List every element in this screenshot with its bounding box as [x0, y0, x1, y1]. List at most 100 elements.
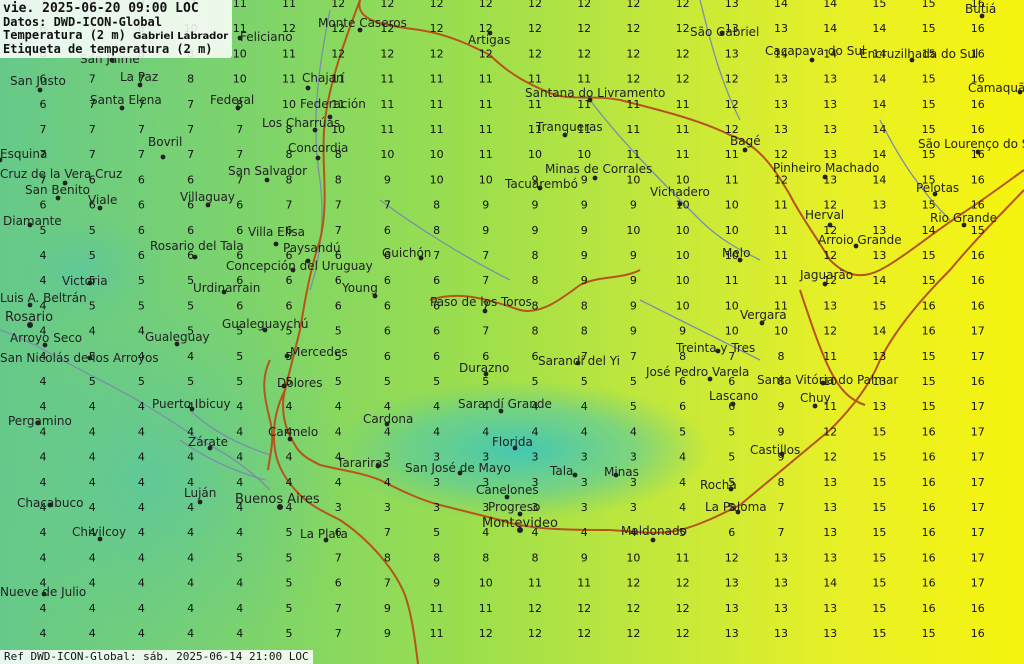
temperature-value: 11	[774, 274, 788, 287]
temperature-value: 4	[89, 476, 96, 489]
city-arroio-grande[interactable]: Arroio Grande	[818, 233, 902, 249]
city-puerto-ibicuy[interactable]: Puerto Ibicuy	[152, 397, 231, 412]
city-treinta-y-tres[interactable]: Treinta y Tres	[675, 341, 755, 355]
city-label: Progreso	[488, 500, 540, 514]
temperature-value: 4	[286, 476, 293, 489]
city-s-o-gabriel[interactable]: São Gabriel	[690, 25, 759, 39]
city-pergamino[interactable]: Pergamino	[8, 414, 72, 428]
city-progreso[interactable]: Progreso	[488, 500, 540, 517]
temperature-value: 11	[528, 73, 542, 86]
city-label: Nueve de Julio	[0, 585, 86, 599]
temperature-value: 4	[40, 627, 47, 640]
city-gualeguay[interactable]: Gualeguay	[145, 330, 210, 347]
temperature-value: 4	[433, 400, 440, 413]
city-chivilcoy[interactable]: Chivilcoy	[72, 525, 126, 542]
temperature-value: 13	[823, 476, 837, 489]
temperature-value: 15	[922, 274, 936, 287]
city-label: Santa Vitória do Palmar	[757, 373, 898, 387]
temperature-value: 15	[872, 627, 886, 640]
city-esquina[interactable]: Esquina	[0, 147, 47, 163]
temperature-value: 9	[630, 325, 637, 338]
city-mercedes[interactable]: Mercedes	[284, 345, 348, 359]
city-nueve-de-julio[interactable]: Nueve de Julio	[0, 585, 86, 599]
temperature-value: 5	[286, 627, 293, 640]
city-label: Arroio Grande	[818, 233, 902, 247]
city-sarand-grande[interactable]: Sarandí Grande	[458, 397, 552, 414]
city-z-rate[interactable]: Zárate	[188, 435, 228, 451]
city-tacuaremb-[interactable]: Tacuarembó	[504, 177, 578, 191]
temperature-value: 12	[577, 627, 591, 640]
city-castillos[interactable]: Castillos	[750, 443, 800, 457]
city-feliciano[interactable]: Feliciano	[237, 30, 293, 44]
city-label: Maldonado	[621, 524, 687, 538]
city-san-jos-de-mayo[interactable]: San José de Mayo	[405, 461, 511, 476]
city-canelones[interactable]: Canelones	[476, 483, 539, 500]
temperature-value: 9	[482, 199, 489, 212]
city-rio-grande[interactable]: Rio Grande	[930, 211, 997, 228]
city-melo[interactable]: Melo	[722, 246, 750, 263]
city-diamante[interactable]: Diamante	[3, 214, 62, 228]
temperature-value: 14	[774, 0, 788, 10]
city-victoria[interactable]: Victoria	[62, 274, 108, 288]
city-arroyo-seco[interactable]: Arroyo Seco	[10, 331, 82, 348]
city-urdinarrain[interactable]: Urdinarrain	[193, 281, 260, 295]
city-cardona[interactable]: Cardona	[363, 412, 413, 427]
city-montevideo[interactable]: Montevideo	[482, 516, 558, 533]
temperature-value: 12	[577, 602, 591, 615]
city-label: Chacabuco	[17, 496, 83, 510]
temperature-value: 4	[138, 526, 145, 539]
temperature-value: 5	[679, 425, 686, 438]
temperature-value: 10	[282, 98, 296, 111]
temperature-value: 10	[380, 148, 394, 161]
city-dolores[interactable]: Dolores	[277, 376, 323, 390]
city-label: Chuy	[800, 391, 831, 405]
temperature-value: 8	[335, 173, 342, 186]
temperature-value: 12	[774, 173, 788, 186]
city-sarand-del-yi[interactable]: Sarandí del Yi	[538, 354, 620, 368]
temperature-map[interactable]: 7 8 9 11 11 11 12 12 12 12 12 12 12 12 13 14 14 15 15 16 6 7 8…	[0, 0, 1024, 664]
city-encruzilhada-do-sul[interactable]: Encruzilhada do Sul	[860, 47, 978, 63]
city-los-charr-as[interactable]: Los Charrúas	[262, 116, 340, 133]
city-label: Pinheiro Machado	[773, 161, 879, 175]
city-santa-vit-ria-do-palmar[interactable]: Santa Vitória do Palmar	[757, 373, 898, 387]
temperature-value: 9	[532, 224, 539, 237]
city-buti-[interactable]: Butiá	[965, 2, 996, 19]
city-gualeguaych-[interactable]: Gualeguaychú	[222, 317, 308, 333]
city-jos-pedro-varela[interactable]: José Pedro Varela	[645, 365, 749, 382]
city-minas[interactable]: Minas	[604, 465, 639, 479]
temperature-value: 4	[89, 501, 96, 514]
temperature-value: 11	[577, 73, 591, 86]
city-san-nicol-s-de-los-arroyos[interactable]: San Nicolás de los Arroyos	[0, 351, 159, 365]
city-chacabuco[interactable]: Chacabuco	[17, 496, 83, 510]
city-guich-n[interactable]: Guichón	[382, 246, 431, 261]
city-luis-a-beltr-n[interactable]: Luis A. Beltrán	[0, 291, 87, 308]
city-santana-do-livramento[interactable]: Santana do Livramento	[525, 86, 665, 103]
city-durazno[interactable]: Durazno	[459, 361, 509, 377]
temperature-value: 13	[774, 577, 788, 590]
city-la-paloma[interactable]: La Paloma	[705, 500, 767, 515]
temperature-value: 11	[626, 148, 640, 161]
city-concepci-n-del-uruguay[interactable]: Concepción del Uruguay	[226, 259, 373, 273]
city-florida[interactable]: Florida	[492, 435, 533, 451]
city-artigas[interactable]: Artigas	[468, 30, 510, 47]
temperature-value: 7	[138, 123, 145, 136]
temperature-value: 13	[823, 526, 837, 539]
city-la-plata[interactable]: La Plata	[300, 527, 348, 543]
temperature-value: 10	[430, 173, 444, 186]
temperature-value: 7	[384, 577, 391, 590]
temperature-value: 8	[532, 249, 539, 262]
city-label: Rosario del Tala	[150, 239, 244, 253]
city-tarariras[interactable]: Tarariras	[336, 456, 389, 470]
city-monte-caseros[interactable]: Monte Caseros	[318, 16, 407, 33]
temperature-value: 16	[971, 602, 985, 615]
temperature-value: 14	[872, 173, 886, 186]
city-rocha[interactable]: Rocha	[700, 478, 737, 492]
temperature-value: 15	[872, 602, 886, 615]
city-pelotas[interactable]: Pelotas	[916, 181, 959, 197]
city-carmelo[interactable]: Carmelo	[268, 425, 318, 442]
city-label: Caçapava do Sul	[765, 44, 865, 58]
temperature-value: 9	[630, 274, 637, 287]
city-label: São Lourenço do Sul	[918, 137, 1024, 151]
city-camaqu-[interactable]: Camaquã	[968, 81, 1024, 95]
city-tala[interactable]: Tala	[549, 464, 578, 478]
